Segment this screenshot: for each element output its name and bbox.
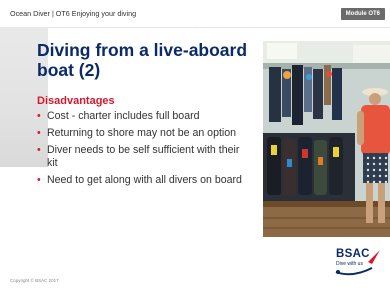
list-item: • Diver needs to be self sufficient with … — [37, 144, 252, 170]
slide-header-bar: Ocean Diver | OT6 Enjoying your diving M… — [0, 0, 390, 28]
module-badge: Module OT6 — [340, 8, 385, 20]
bullet-text: Cost - charter includes full board — [47, 110, 200, 122]
section-subheading: Disadvantages — [37, 95, 115, 107]
bullet-dot-icon: • — [37, 127, 41, 139]
list-item: • Cost - charter includes full board — [37, 110, 252, 123]
bullet-list: • Cost - charter includes full board • Ret… — [37, 110, 252, 191]
list-item: • Returning to shore may not be an option — [37, 127, 252, 140]
bullet-text: Diver needs to be self sufficient with t… — [47, 144, 240, 169]
slide: Ocean Diver | OT6 Enjoying your diving M… — [0, 0, 390, 291]
list-item: • Need to get along with all divers on bo… — [37, 174, 252, 187]
bullet-dot-icon: • — [37, 174, 41, 186]
bullet-dot-icon: • — [37, 144, 41, 156]
bullet-text: Returning to shore may not be an option — [47, 127, 237, 139]
bullet-dot-icon: • — [37, 110, 41, 122]
bsac-logo: BSAC Dive with us — [334, 248, 382, 278]
bullet-text: Need to get along with all divers on boa… — [47, 174, 242, 186]
course-info: Ocean Diver | OT6 Enjoying your diving — [10, 9, 137, 18]
bsac-swoosh-icon — [335, 250, 380, 276]
slide-title: Diving from a live-aboard boat (2) — [37, 40, 248, 80]
dive-boat-photo — [263, 41, 390, 237]
copyright-text: Copyright © BSAC 2017 — [10, 278, 59, 283]
